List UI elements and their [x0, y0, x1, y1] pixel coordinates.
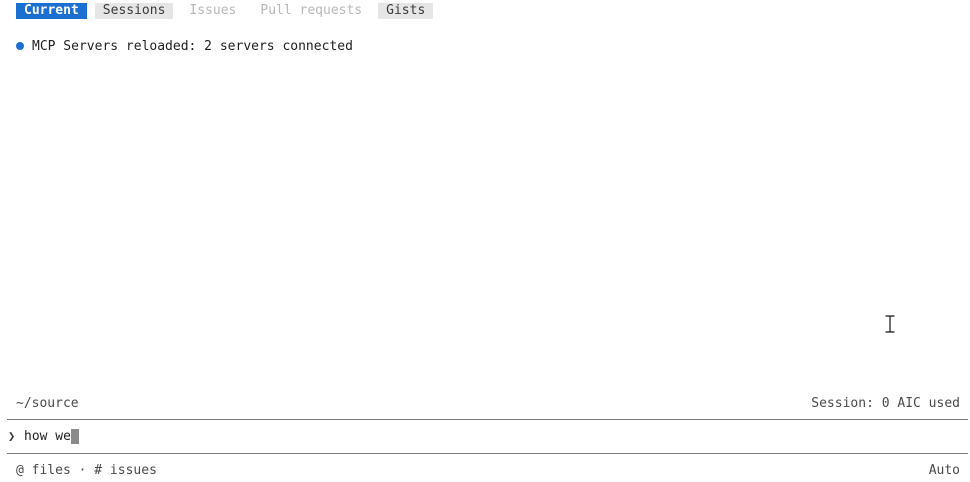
- tab-gists[interactable]: Gists: [378, 3, 434, 19]
- text-cursor-icon: [884, 315, 896, 333]
- working-directory: ~/source: [16, 395, 79, 411]
- divider: [7, 453, 968, 454]
- hints-bar: @ files · # issues Auto: [16, 461, 960, 479]
- divider: [7, 419, 968, 420]
- prompt-chevron-icon: ❯: [8, 429, 16, 443]
- mode-indicator[interactable]: Auto: [929, 463, 960, 478]
- prompt-text[interactable]: how we: [24, 429, 71, 444]
- session-usage: Session: 0 AIC used: [811, 395, 960, 411]
- prompt-input[interactable]: ❯ how we: [8, 426, 960, 446]
- files-hint: @ files: [16, 462, 71, 478]
- tab-bar: Current Sessions Issues Pull requests Gi…: [16, 3, 434, 19]
- tab-current[interactable]: Current: [16, 3, 87, 19]
- tab-pull-requests[interactable]: Pull requests: [252, 3, 370, 19]
- tab-issues[interactable]: Issues: [181, 3, 244, 19]
- hints-left: @ files · # issues: [16, 463, 157, 478]
- hint-separator: ·: [70, 462, 95, 478]
- tab-sessions[interactable]: Sessions: [94, 3, 174, 19]
- status-message: MCP Servers reloaded: 2 servers connecte…: [16, 37, 353, 55]
- issues-hint: # issues: [94, 462, 157, 478]
- text-caret: [70, 428, 79, 444]
- status-text: MCP Servers reloaded: 2 servers connecte…: [32, 38, 353, 54]
- status-dot-icon: [16, 42, 24, 50]
- footer-info: ~/source Session: 0 AIC used: [16, 394, 960, 412]
